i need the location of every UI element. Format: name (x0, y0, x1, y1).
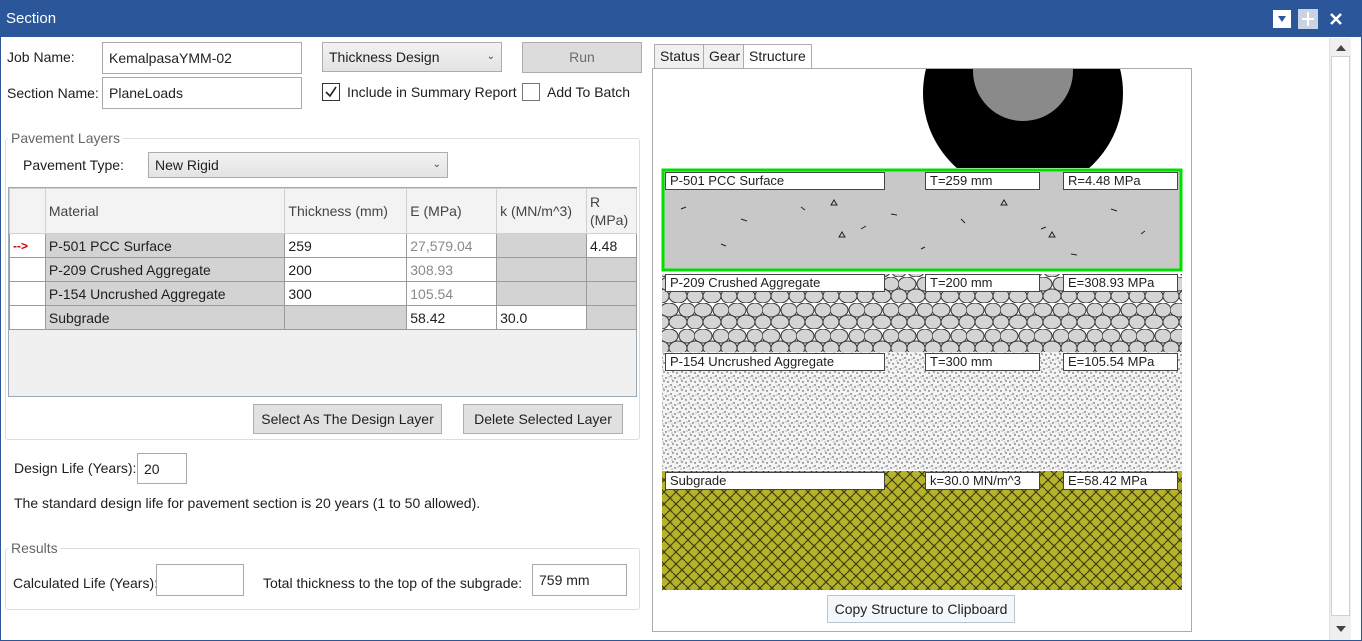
layer-label-modulus: E=58.42 MPa (1063, 472, 1178, 490)
scrollbar-thumb[interactable] (1331, 56, 1350, 616)
delete-layer-button[interactable]: Delete Selected Layer (463, 404, 623, 434)
cell-e[interactable]: 308.93 (406, 257, 498, 282)
chevron-down-icon: ⌄ (486, 51, 495, 62)
pavement-layers-title: Pavement Layers (8, 130, 123, 146)
cell-material[interactable]: P-209 Crushed Aggregate (44, 257, 286, 282)
table-row[interactable]: --> P-501 PCC Surface 259 27,579.04 4.48 (9, 233, 637, 258)
section-name-input[interactable] (102, 77, 302, 109)
row-header (9, 281, 46, 306)
design-life-note: The standard design life for pavement se… (14, 495, 481, 511)
design-mode-value: Thickness Design (329, 49, 440, 65)
row-header (9, 257, 46, 282)
layer-label-modulus: R=4.48 MPa (1063, 172, 1178, 190)
title-bar: Section (0, 0, 1362, 37)
job-name-input[interactable] (102, 42, 302, 74)
layer-label-name: P-154 Uncrushed Aggregate (665, 353, 885, 371)
cell-r[interactable] (586, 305, 637, 330)
run-button[interactable]: Run (522, 42, 642, 73)
add-to-batch-label: Add To Batch (547, 84, 631, 100)
vertical-scrollbar[interactable] (1329, 38, 1351, 640)
pavement-type-select[interactable]: New Rigid ⌄ (148, 152, 448, 178)
pin-icon (1302, 12, 1314, 26)
window-title: Section (6, 10, 57, 27)
column-header-material[interactable]: Material (44, 188, 286, 234)
results-title: Results (8, 540, 61, 556)
close-button[interactable] (1326, 9, 1346, 29)
cell-k[interactable]: 30.0 (496, 305, 587, 330)
dropdown-icon (1278, 16, 1286, 22)
design-life-input[interactable] (137, 453, 187, 484)
job-name-label: Job Name: (7, 49, 75, 65)
chevron-down-icon: ⌄ (432, 159, 441, 170)
pavement-type-label: Pavement Type: (23, 157, 124, 173)
layer-label-thickness: T=300 mm (925, 353, 1040, 371)
window-menu-button[interactable] (1272, 9, 1292, 29)
structure-diagram (661, 69, 1183, 590)
cell-r[interactable] (586, 257, 637, 282)
layer-label-name: P-209 Crushed Aggregate (665, 274, 885, 292)
grid-header-row: Material Thickness (mm) E (MPa) k (MN/m^… (9, 188, 637, 234)
layer-label-name: Subgrade (665, 472, 885, 490)
row-header (9, 305, 46, 330)
total-thickness-input[interactable] (532, 564, 627, 596)
cell-r[interactable]: 4.48 (586, 233, 637, 258)
copy-structure-button[interactable]: Copy Structure to Clipboard (827, 595, 1015, 623)
close-icon (1330, 13, 1342, 25)
row-header-corner (9, 188, 46, 234)
cell-k[interactable] (496, 233, 587, 258)
cell-thickness[interactable]: 259 (284, 233, 408, 258)
cell-material[interactable]: P-501 PCC Surface (44, 233, 286, 258)
tab-gear[interactable]: Gear (703, 44, 744, 69)
cell-e[interactable]: 27,579.04 (406, 233, 498, 258)
column-header-thickness[interactable]: Thickness (mm) (284, 188, 408, 234)
cell-thickness[interactable]: 200 (284, 257, 408, 282)
add-to-batch-checkbox[interactable] (522, 83, 540, 101)
cell-material[interactable]: Subgrade (44, 305, 286, 330)
column-header-r[interactable]: R (MPa) (586, 188, 637, 234)
pavement-type-value: New Rigid (155, 157, 219, 173)
tab-status[interactable]: Status (654, 44, 704, 69)
include-summary-label: Include in Summary Report (347, 84, 517, 100)
cell-r[interactable] (586, 281, 637, 306)
cell-material[interactable]: P-154 Uncrushed Aggregate (44, 281, 286, 306)
cell-thickness[interactable] (284, 305, 408, 330)
layer-label-thickness: k=30.0 MN/m^3 (925, 472, 1040, 490)
design-mode-select[interactable]: Thickness Design ⌄ (322, 42, 502, 72)
layer-label-modulus: E=105.54 MPa (1063, 353, 1178, 371)
cell-e[interactable]: 105.54 (406, 281, 498, 306)
calculated-life-label: Calculated Life (Years): (13, 575, 159, 591)
tab-structure[interactable]: Structure (743, 44, 812, 70)
scroll-down-icon[interactable] (1334, 623, 1348, 635)
table-row[interactable]: Subgrade 58.42 30.0 (9, 305, 637, 330)
table-row[interactable]: P-154 Uncrushed Aggregate 300 105.54 (9, 281, 637, 306)
include-summary-checkbox[interactable] (322, 83, 340, 101)
select-design-layer-button[interactable]: Select As The Design Layer (253, 404, 442, 434)
column-header-k[interactable]: k (MN/m^3) (496, 188, 587, 234)
cell-thickness[interactable]: 300 (284, 281, 408, 306)
cell-e[interactable]: 58.42 (406, 305, 498, 330)
section-name-label: Section Name: (7, 85, 99, 101)
row-pointer-icon: --> (9, 233, 46, 258)
column-header-e[interactable]: E (MPa) (406, 188, 498, 234)
layer-label-modulus: E=308.93 MPa (1063, 274, 1178, 292)
layer-label-thickness: T=259 mm (925, 172, 1040, 190)
layer-label-thickness: T=200 mm (925, 274, 1040, 292)
layers-grid: Material Thickness (mm) E (MPa) k (MN/m^… (9, 188, 637, 330)
calculated-life-input[interactable] (156, 564, 244, 596)
layer-label-name: P-501 PCC Surface (665, 172, 885, 190)
pin-button[interactable] (1298, 9, 1318, 29)
scroll-up-icon[interactable] (1334, 42, 1348, 54)
cell-k[interactable] (496, 257, 587, 282)
check-icon (325, 86, 337, 98)
table-row[interactable]: P-209 Crushed Aggregate 200 308.93 (9, 257, 637, 282)
cell-k[interactable] (496, 281, 587, 306)
total-thickness-label: Total thickness to the top of the subgra… (263, 575, 523, 591)
design-life-label: Design Life (Years): (14, 460, 137, 476)
